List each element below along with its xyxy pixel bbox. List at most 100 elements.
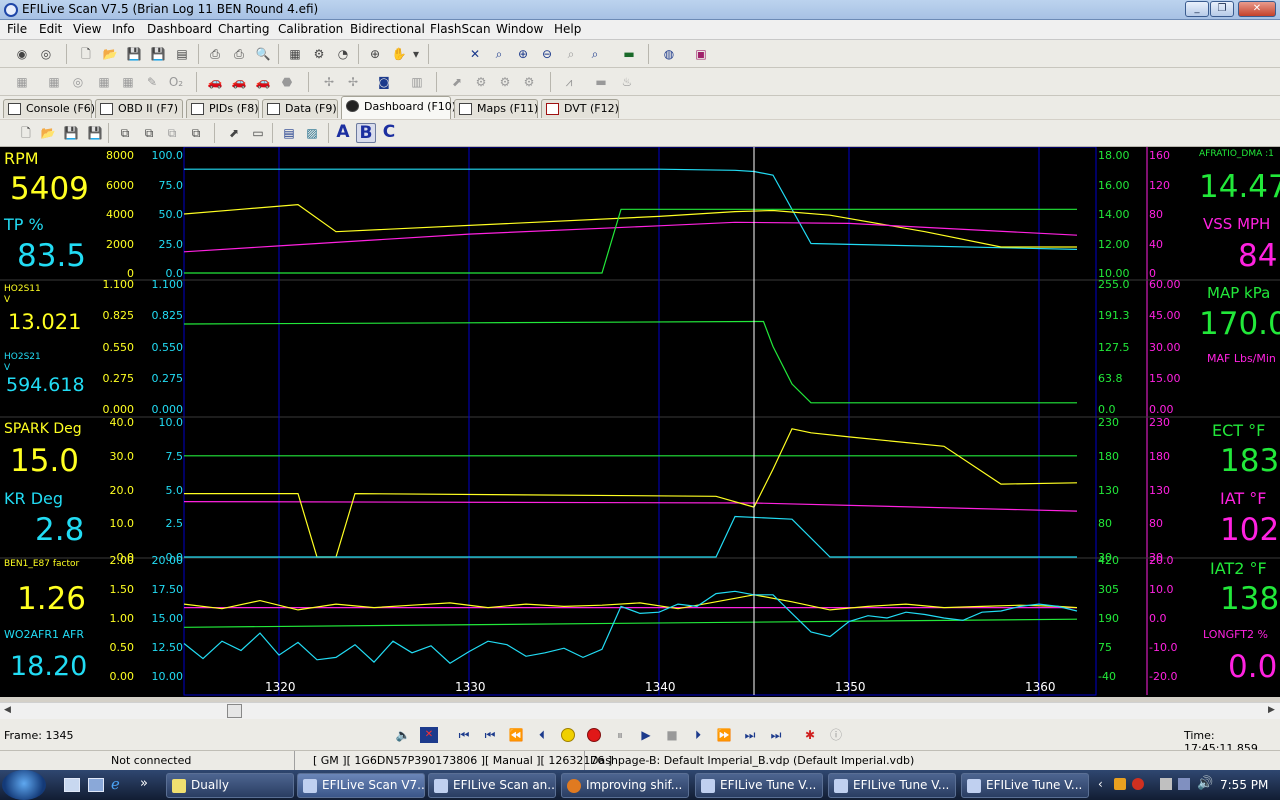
tool-f-icon[interactable]: ✎ — [143, 73, 161, 91]
taskbar-item-tune-1[interactable]: EFILive Tune V... — [695, 773, 823, 798]
taskbar-item-tune-3[interactable]: EFILive Tune V... — [961, 773, 1089, 798]
tray-device-icon[interactable] — [1160, 778, 1172, 790]
zoom-fit-icon[interactable]: ✕ — [466, 45, 484, 63]
o2-icon[interactable]: O₂ — [167, 73, 185, 91]
menu-edit[interactable]: Edit — [39, 22, 62, 36]
stop-icon[interactable]: ■ — [663, 727, 681, 743]
connect-icon[interactable]: ◉ — [13, 45, 31, 63]
taskbar-item-tune-2[interactable]: EFILive Tune V... — [828, 773, 956, 798]
tool-b-icon[interactable]: ▦ — [45, 73, 63, 91]
car-grey2-icon[interactable]: 🚗 — [254, 73, 272, 91]
print-preview-icon[interactable]: 🔍 — [254, 45, 272, 63]
tool-d-icon[interactable]: ▦ — [95, 73, 113, 91]
zoom-all-icon[interactable]: ⌕ — [586, 45, 604, 63]
menu-file[interactable]: File — [7, 22, 27, 36]
dashpage-c-button[interactable]: C — [379, 123, 399, 143]
disconnect-icon[interactable]: ◎ — [37, 45, 55, 63]
taskbar-item-efilive-scan-active[interactable]: EFILive Scan V7... — [297, 773, 425, 798]
tab-maps[interactable]: Maps (F11) — [454, 99, 538, 118]
chevron-right-icon[interactable]: » — [140, 776, 148, 791]
menu-window[interactable]: Window — [496, 22, 543, 36]
tool-o-icon[interactable]: ▬ — [592, 73, 610, 91]
tab-dvt[interactable]: DVT (F12) — [541, 99, 619, 118]
tray-app-icon[interactable] — [1114, 778, 1126, 790]
page-icon[interactable]: ▭ — [249, 124, 267, 142]
tool-k-icon[interactable]: ⚙ — [472, 73, 490, 91]
step-forward-icon[interactable]: ⏵ — [689, 727, 707, 743]
menu-info[interactable]: Info — [112, 22, 135, 36]
tab-dashboard[interactable]: Dashboard (F10) — [341, 96, 456, 119]
taskbar-item-firefox[interactable]: Improving shif... — [561, 773, 689, 798]
zoom-reset-icon[interactable]: ⌕ — [562, 45, 580, 63]
chevron-down-icon[interactable]: ▾ — [410, 45, 422, 63]
horizontal-scrollbar[interactable]: ◀ ▶ — [0, 702, 1280, 719]
tab-data[interactable]: Data (F9) — [262, 99, 338, 118]
first-frame-icon[interactable]: ⏮ — [455, 727, 473, 743]
grid-icon[interactable]: ▤ — [280, 124, 298, 142]
close-button[interactable]: ✕ — [1238, 1, 1276, 17]
clock[interactable]: 7:55 PM — [1220, 778, 1268, 792]
gauge-icon[interactable]: ◔ — [334, 45, 352, 63]
tab-obd2[interactable]: OBD II (F7) — [95, 99, 183, 118]
new-file-icon[interactable]: 🗋 — [77, 45, 95, 63]
tool-h-icon[interactable]: ✢ — [344, 73, 362, 91]
step-back-icon[interactable]: ⏴ — [533, 727, 551, 743]
chart-canvas[interactable] — [0, 147, 1280, 697]
record-icon[interactable] — [585, 727, 603, 743]
menu-help[interactable]: Help — [554, 22, 581, 36]
copy-all-icon[interactable]: ⧉ — [140, 124, 158, 142]
engine-icon[interactable]: ⬣ — [278, 73, 296, 91]
start-button[interactable] — [2, 770, 46, 800]
tab-pids[interactable]: PIDs (F8) — [186, 99, 259, 118]
next-marker-icon[interactable]: ⏭ — [741, 727, 759, 743]
info-icon[interactable]: ⓘ — [827, 727, 845, 743]
zoom-out-icon[interactable]: ⊖ — [538, 45, 556, 63]
chart-view-icon[interactable]: ▬ — [620, 45, 638, 63]
print-setup-icon[interactable]: ⎙ — [230, 45, 248, 63]
yellow-dot-icon[interactable] — [559, 727, 577, 743]
export-icon[interactable]: ▤ — [173, 45, 191, 63]
menu-view[interactable]: View — [73, 22, 101, 36]
show-desktop-icon[interactable] — [64, 778, 80, 792]
volume-icon[interactable]: 🔊 — [1197, 776, 1213, 791]
menu-bidirectional[interactable]: Bidirectional — [350, 22, 425, 36]
taskbar-item-dually[interactable]: Dually — [166, 773, 294, 798]
flashscan-icon[interactable]: ◙ — [375, 73, 393, 91]
tool-g-icon[interactable]: ✢ — [320, 73, 338, 91]
save-dash-icon[interactable]: 💾 — [62, 124, 80, 142]
flame-icon[interactable]: ♨ — [618, 73, 636, 91]
menu-flashscan[interactable]: FlashScan — [430, 22, 491, 36]
tool-c-icon[interactable]: ◎ — [69, 73, 87, 91]
speaker-icon[interactable]: 🔈 — [394, 727, 412, 743]
menu-dashboard[interactable]: Dashboard — [147, 22, 212, 36]
rewind-icon[interactable]: ⏪ — [507, 727, 525, 743]
tray-security-icon[interactable] — [1132, 778, 1144, 790]
zoom-x-icon[interactable]: ⌕ — [490, 45, 508, 63]
restore-button[interactable]: ❐ — [1210, 1, 1234, 17]
copy-icon[interactable]: ⧉ — [116, 124, 134, 142]
new-dash-icon[interactable]: 🗋 — [17, 124, 35, 142]
tool-j-icon[interactable]: ⬈ — [448, 73, 466, 91]
zoom-in-icon[interactable]: ⊕ — [514, 45, 532, 63]
clear-markers-icon[interactable]: ✱ — [801, 727, 819, 743]
marker-icon[interactable]: ✋ — [390, 45, 408, 63]
car-grey-icon[interactable]: 🚗 — [230, 73, 248, 91]
tool-m-icon[interactable]: ⚙ — [520, 73, 538, 91]
paste-icon[interactable]: ⧉ — [163, 124, 181, 142]
properties-icon[interactable]: ▦ — [286, 45, 304, 63]
dashpage-b-button[interactable]: B — [356, 123, 376, 143]
print-icon[interactable]: ⎙ — [206, 45, 224, 63]
help-book-icon[interactable]: ▣ — [692, 45, 710, 63]
open-dash-icon[interactable]: 📂 — [39, 124, 57, 142]
crosshair-icon[interactable]: ⊕ — [366, 45, 384, 63]
play-icon[interactable]: ▶ — [637, 727, 655, 743]
save-icon[interactable]: 💾 — [125, 45, 143, 63]
tool-l-icon[interactable]: ⚙ — [496, 73, 514, 91]
prev-marker-icon[interactable]: ⏮ — [481, 727, 499, 743]
taskbar-item-efilive-scan-2[interactable]: EFILive Scan an... — [428, 773, 556, 798]
switch-windows-icon[interactable] — [88, 778, 104, 792]
tool-e-icon[interactable]: ▦ — [119, 73, 137, 91]
last-frame-icon[interactable]: ⏭ — [767, 727, 785, 743]
minimize-button[interactable]: _ — [1185, 1, 1209, 17]
open-folder-icon[interactable]: 📂 — [101, 45, 119, 63]
